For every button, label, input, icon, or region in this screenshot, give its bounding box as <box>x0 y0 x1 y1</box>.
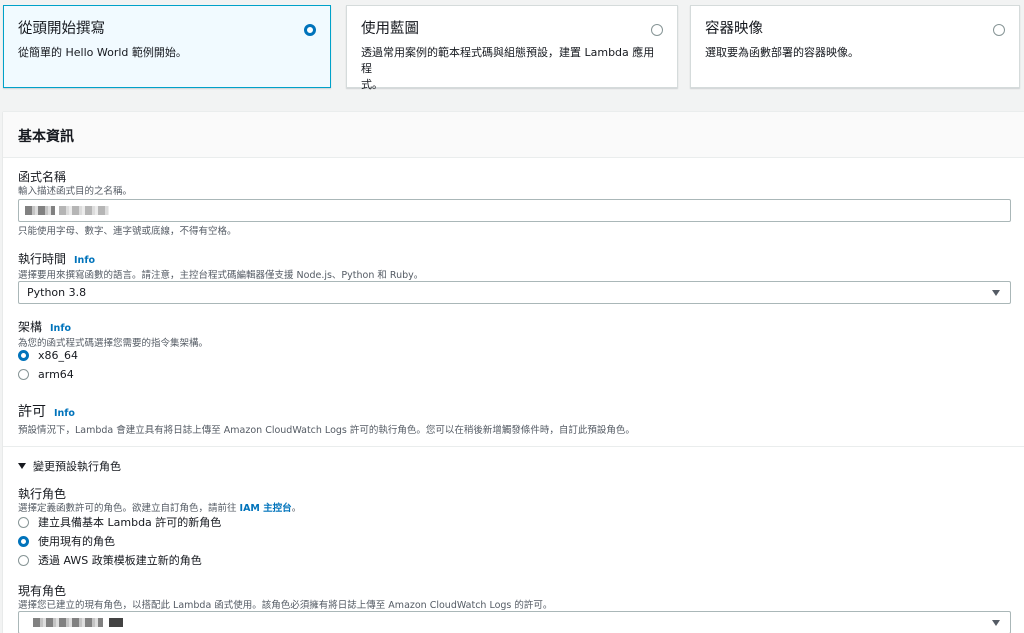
role-option-create-basic[interactable]: 建立具備基本 Lambda 許可的新角色 <box>18 514 221 530</box>
runtime-label-text: 執行時間 <box>18 252 67 266</box>
card-description: 從簡單的 Hello World 範例開始。 <box>18 46 187 59</box>
permissions-info-link[interactable]: Info <box>54 408 75 419</box>
card-container-image[interactable]: 容器映像 選取要為函數部署的容器映像。 <box>690 5 1020 88</box>
divider <box>3 446 1024 447</box>
runtime-field: 執行時間 Info 選擇要用來撰寫函數的語言。請注意，主控台程式碼編輯器僅支援 N… <box>18 251 423 282</box>
architecture-label: 架構 Info <box>18 319 208 337</box>
iam-console-link[interactable]: IAM 主控台 <box>240 503 292 514</box>
architecture-field: 架構 Info 為您的函式程式碼選擇您需要的指令集架構。 <box>18 319 208 350</box>
caret-down-icon <box>992 290 1000 296</box>
radio-label: 使用現有的角色 <box>38 535 115 548</box>
radio-selected-icon[interactable] <box>304 24 316 36</box>
existing-role-label: 現有角色 <box>18 584 67 598</box>
function-name-field: 函式名稱 輸入描述函式目的之名稱。 <box>18 169 132 198</box>
radio-label: x86_64 <box>38 348 79 362</box>
constraint-text: 只能使用字母、數字、連字號或底線，不得有空格。 <box>18 226 237 237</box>
architecture-option-x86[interactable]: x86_64 <box>18 347 78 363</box>
radio-selected-icon[interactable] <box>18 535 29 547</box>
permissions-description: 預設情況下，Lambda 會建立具有將日誌上傳至 Amazon CloudWat… <box>18 425 635 436</box>
panel-header: 基本資訊 <box>3 112 1024 158</box>
function-name-input[interactable] <box>18 199 1011 222</box>
redacted-text <box>109 618 123 627</box>
radio-label: 建立具備基本 Lambda 許可的新角色 <box>38 516 222 529</box>
runtime-select[interactable]: Python 3.8 <box>18 281 1011 304</box>
card-title: 從頭開始撰寫 <box>18 21 105 37</box>
role-option-policy-template[interactable]: 透過 AWS 政策模板建立新的角色 <box>18 552 202 568</box>
execution-role-field: 執行角色 選擇定義函數許可的角色。欲建立自訂角色，請前往 IAM 主控台。 <box>18 486 301 515</box>
redacted-text <box>59 206 109 215</box>
radio-label: 透過 AWS 政策模板建立新的角色 <box>38 554 202 567</box>
radio-unselected-icon[interactable] <box>18 516 29 528</box>
redacted-text <box>33 618 103 627</box>
creation-options: 從頭開始撰寫 從簡單的 Hello World 範例開始。 使用藍圖 透過常用案… <box>3 5 1024 91</box>
existing-role-select[interactable] <box>18 611 1011 633</box>
caret-down-icon <box>992 620 1000 626</box>
runtime-selected-value: Python 3.8 <box>27 286 87 299</box>
architecture-option-arm64[interactable]: arm64 <box>18 366 74 382</box>
description-text: 選擇定義函數許可的角色。欲建立自訂角色，請前往 <box>18 503 240 514</box>
architecture-info-link[interactable]: Info <box>50 323 71 334</box>
description-text: 。 <box>291 503 302 514</box>
radio-unselected-icon[interactable] <box>18 368 29 380</box>
role-option-use-existing[interactable]: 使用現有的角色 <box>18 533 115 549</box>
expander-label: 變更預設執行角色 <box>33 460 121 473</box>
permissions-title: 許可 <box>18 404 46 420</box>
caret-down-icon <box>18 463 26 469</box>
existing-role-field: 現有角色 選擇您已建立的現有角色，以搭配此 Lambda 函式使用。該角色必須擁… <box>18 583 552 612</box>
card-description: 選取要為函數部署的容器映像。 <box>705 46 859 59</box>
runtime-info-link[interactable]: Info <box>74 255 95 266</box>
card-author-from-scratch[interactable]: 從頭開始撰寫 從簡單的 Hello World 範例開始。 <box>3 5 331 88</box>
radio-unselected-icon[interactable] <box>18 554 29 566</box>
radio-unselected-icon[interactable] <box>651 24 663 36</box>
change-role-expander[interactable]: 變更預設執行角色 <box>18 458 121 474</box>
permissions-section: 許可 Info 預設情況下，Lambda 會建立具有將日誌上傳至 Amazon C… <box>18 401 635 437</box>
redacted-text <box>25 206 55 215</box>
permissions-heading: 許可 Info <box>18 401 635 421</box>
function-name-description: 輸入描述函式目的之名稱。 <box>18 186 133 197</box>
function-name-constraint: 只能使用字母、數字、連字號或底線，不得有空格。 <box>18 225 237 238</box>
execution-role-label: 執行角色 <box>18 487 67 501</box>
panel-title: 基本資訊 <box>18 129 74 145</box>
card-use-blueprint[interactable]: 使用藍圖 透過常用案例的範本程式碼與組態預設，建置 Lambda 應用程 式。 <box>346 5 678 91</box>
function-name-label: 函式名稱 <box>18 170 67 184</box>
card-title: 使用藍圖 <box>361 21 419 37</box>
radio-unselected-icon[interactable] <box>993 24 1005 36</box>
card-title: 容器映像 <box>705 21 763 37</box>
radio-label: arm64 <box>38 367 74 381</box>
architecture-label-text: 架構 <box>18 320 43 334</box>
basic-info-panel: 基本資訊 函式名稱 輸入描述函式目的之名稱。 只能使用字母、數字、連字號或底線，… <box>3 111 1024 633</box>
runtime-label: 執行時間 Info <box>18 251 423 269</box>
card-description: 透過常用案例的範本程式碼與組態預設，建置 Lambda 應用程 式。 <box>361 46 655 91</box>
radio-selected-icon[interactable] <box>18 349 29 361</box>
